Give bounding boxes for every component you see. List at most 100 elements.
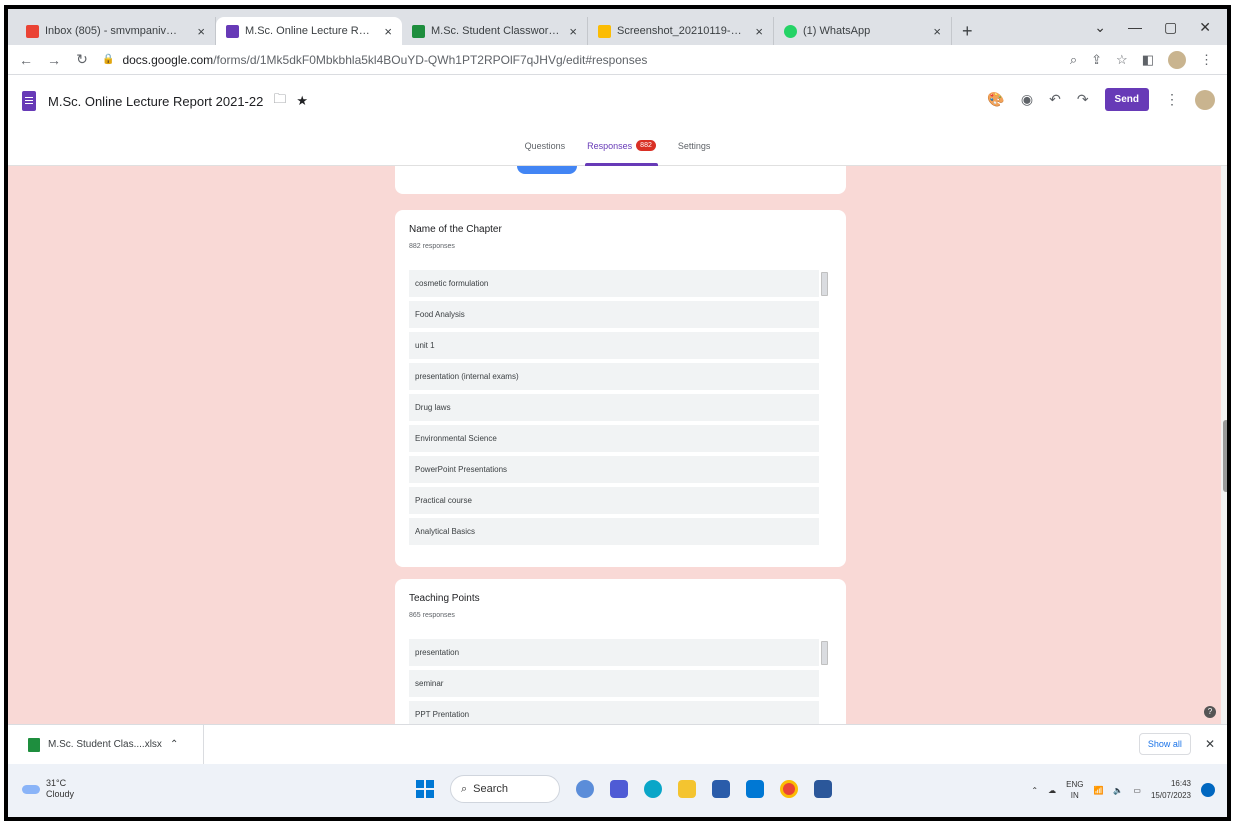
list-item: cosmetic formulation <box>409 270 819 297</box>
cloud-icon <box>22 784 40 794</box>
temperature: 31°C <box>46 778 67 788</box>
redo-icon[interactable]: ↷ <box>1077 91 1089 108</box>
tab-settings[interactable]: Settings <box>676 126 713 166</box>
tab-responses[interactable]: Responses 882 <box>585 126 658 166</box>
close-window-icon[interactable]: ✕ <box>1199 19 1211 36</box>
minimize-icon[interactable]: — <box>1128 19 1142 35</box>
list-item: Analytical Basics <box>409 518 819 545</box>
tab-questions[interactable]: Questions <box>523 126 568 166</box>
address-bar: ← → ↻ 🔒 docs.google.com/forms/d/1Mk5dkF0… <box>8 45 1227 75</box>
clock[interactable]: 16:43 15/07/2023 <box>1151 778 1191 802</box>
chart-arc <box>517 166 577 174</box>
close-downloads-icon[interactable]: ✕ <box>1205 737 1215 751</box>
tab-questions-label: Questions <box>524 140 566 151</box>
wifi-icon[interactable]: 📶 <box>1093 786 1103 795</box>
battery-icon[interactable]: ▭ <box>1133 786 1141 795</box>
undo-icon[interactable]: ↶ <box>1049 91 1061 108</box>
edge-icon[interactable] <box>644 780 662 798</box>
window-controls: ⌄ — ▢ ✕ <box>1094 9 1227 45</box>
response-list[interactable]: presentation seminar PPT Prentation <box>409 639 830 724</box>
tab-search-icon[interactable]: ⌄ <box>1094 19 1106 36</box>
onedrive-icon[interactable]: ☁ <box>1048 786 1056 795</box>
weather-widget[interactable]: 31°C Cloudy <box>22 778 74 800</box>
tab-label: Inbox (805) - smvmpaniv@gmail <box>45 25 187 37</box>
response-list-scrollbar[interactable] <box>821 641 828 665</box>
word-icon[interactable] <box>814 780 832 798</box>
browser-tab-gmail[interactable]: Inbox (805) - smvmpaniv@gmail × <box>16 17 216 45</box>
browser-tab-whatsapp[interactable]: (1) WhatsApp × <box>774 17 952 45</box>
tab-label: Screenshot_20210119-113338_2 <box>617 25 745 37</box>
responses-count-badge: 882 <box>636 140 656 151</box>
move-to-folder-icon[interactable]: 🗀 <box>273 90 286 112</box>
chevron-up-icon[interactable]: ⌃ <box>1031 786 1038 795</box>
response-list-scrollbar[interactable] <box>821 272 828 296</box>
whatsapp-icon <box>784 24 797 38</box>
share-icon[interactable]: ⇪ <box>1091 52 1102 68</box>
page-scrollbar[interactable] <box>1221 166 1227 724</box>
list-item: Drug laws <box>409 394 819 421</box>
google-forms-icon[interactable] <box>22 91 36 111</box>
notification-icon[interactable] <box>1201 783 1215 797</box>
list-item: presentation (internal exams) <box>409 363 819 390</box>
response-count: 882 responses <box>409 243 455 250</box>
preview-eye-icon[interactable]: ◉ <box>1021 91 1033 108</box>
close-tab-icon[interactable]: × <box>384 24 392 39</box>
system-tray: ⌃ ☁ ENG IN 📶 🔈 ▭ 16:43 15/07/2023 <box>1031 778 1215 802</box>
file-explorer-icon[interactable] <box>678 780 696 798</box>
close-tab-icon[interactable]: × <box>197 24 205 39</box>
lock-icon: 🔒 <box>102 54 115 65</box>
maximize-icon[interactable]: ▢ <box>1164 19 1177 36</box>
account-avatar[interactable] <box>1195 89 1215 110</box>
store-icon[interactable] <box>712 780 730 798</box>
form-title[interactable]: M.Sc. Online Lecture Report 2021-22 <box>48 94 263 109</box>
forward-icon[interactable]: → <box>46 52 62 68</box>
customize-theme-icon[interactable]: 🎨 <box>987 91 1004 108</box>
copilot-icon[interactable] <box>576 780 594 798</box>
taskbar-apps: ⌕ Search <box>416 775 832 803</box>
browser-menu-icon[interactable]: ⋮ <box>1200 52 1213 68</box>
browser-tab-classwork-report[interactable]: M.Sc. Student Classwork Report × <box>402 17 588 45</box>
more-options-icon[interactable]: ⋮ <box>1165 91 1179 108</box>
bookmark-star-icon[interactable]: ☆ <box>1116 52 1128 68</box>
chevron-up-icon[interactable]: ⌃ <box>170 739 178 750</box>
profile-avatar[interactable] <box>1168 50 1186 69</box>
new-tab-button[interactable]: + <box>952 17 983 45</box>
windows-start-icon[interactable] <box>416 780 434 798</box>
zoom-icon[interactable]: ⌕ <box>1070 52 1077 68</box>
close-tab-icon[interactable]: × <box>755 24 763 39</box>
browser-tab-screenshot[interactable]: Screenshot_20210119-113338_2 × <box>588 17 774 45</box>
list-item: Practical course <box>409 487 819 514</box>
list-item: Environmental Science <box>409 425 819 452</box>
google-forms-icon <box>226 24 239 38</box>
list-item: unit 1 <box>409 332 819 359</box>
help-icon[interactable]: ? <box>1204 706 1216 718</box>
clock-time: 16:43 <box>1170 779 1191 788</box>
star-icon[interactable]: ★ <box>296 93 308 109</box>
tab-label: M.Sc. Student Classwork Report <box>431 25 559 37</box>
response-list[interactable]: cosmetic formulation Food Analysis unit … <box>409 270 830 545</box>
meet-icon[interactable] <box>610 780 628 798</box>
download-item[interactable]: M.Sc. Student Clas....xlsx ⌃ <box>28 724 204 765</box>
back-icon[interactable]: ← <box>18 52 34 68</box>
url-host: docs.google.com <box>122 52 214 67</box>
taskbar-search[interactable]: ⌕ Search <box>450 775 560 803</box>
windows-taskbar: 31°C Cloudy ⌕ Search ⌃ ☁ ENG IN 📶 🔈 ▭ 16… <box>8 764 1227 817</box>
language-indicator[interactable]: ENG <box>1066 780 1083 789</box>
question-card-teaching-points: Teaching Points 865 responses presentati… <box>395 579 846 724</box>
close-tab-icon[interactable]: × <box>933 24 941 39</box>
send-button[interactable]: Send <box>1104 88 1149 111</box>
show-all-button[interactable]: Show all <box>1138 733 1191 755</box>
excel-file-icon <box>28 737 40 752</box>
reload-icon[interactable]: ↻ <box>74 51 90 68</box>
side-panel-icon[interactable]: ◧ <box>1142 52 1154 68</box>
browser-tab-lecture-report[interactable]: M.Sc. Online Lecture Report 202 × <box>216 17 402 45</box>
page-scrollbar-thumb[interactable] <box>1223 420 1227 492</box>
summary-card-bottom <box>395 166 846 194</box>
chrome-icon[interactable] <box>780 780 798 798</box>
tab-label: M.Sc. Online Lecture Report 202 <box>245 25 374 37</box>
volume-icon[interactable]: 🔈 <box>1113 786 1123 795</box>
mail-icon[interactable] <box>746 780 764 798</box>
url-field[interactable]: 🔒 docs.google.com/forms/d/1Mk5dkF0Mbkbhl… <box>102 53 1058 67</box>
url-path: /forms/d/1Mk5dkF0Mbkbhla5kl4BOuYD-QWh1PT… <box>213 52 648 67</box>
close-tab-icon[interactable]: × <box>569 24 577 39</box>
